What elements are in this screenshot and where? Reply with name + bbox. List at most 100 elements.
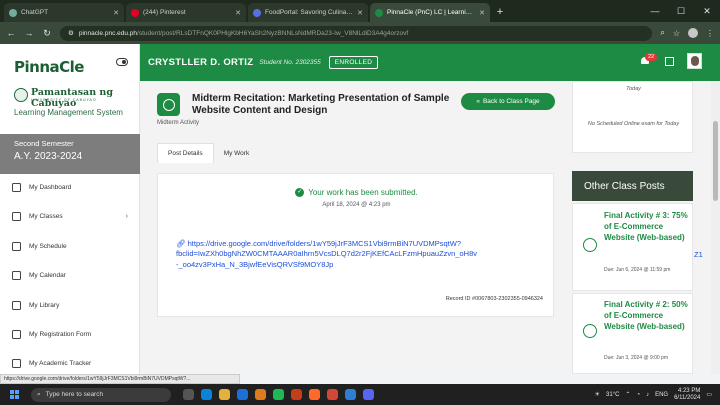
windows-start-icon[interactable] [10,390,19,399]
system-tray: ☀ 31°C ⌃ ◔ ♪ ENG 4:23 PM 6/11/2024 ▭ [595,384,712,405]
sidebar-item-dashboard[interactable]: My Dashboard [0,177,140,197]
windows-taskbar: ⌕ Type here to search ☀ 31°C ⌃ ◔ ♪ ENG 4… [0,384,720,405]
record-id: Record ID #0067803-2302355-0946324 [445,296,543,302]
sidebar-item-label: My Calendar [29,271,66,279]
enrollment-status-badge: ENROLLED [328,56,379,69]
word-icon[interactable] [237,389,248,400]
post-title[interactable]: Final Activity # 3: 75% of E-Commerce We… [604,210,690,243]
calendar-icon [12,270,21,280]
submission-link-end[interactable]: -_oo4zv3PxHa_N_3BjwfEeVisQRVSf9MOY8Jp [176,260,586,269]
foodportal-favicon-icon [253,8,261,17]
chrome-active-icon[interactable] [327,389,338,400]
university-seal-icon [14,88,28,102]
weather-icon[interactable]: ☀ [595,391,600,398]
search-icon: ⌕ [37,390,41,398]
sidebar-item-registration-form[interactable]: My Registration Form [0,324,140,344]
profile-avatar[interactable] [688,28,698,38]
reload-icon[interactable]: ↻ [42,28,52,39]
tab-post-details[interactable]: Post Details [157,143,214,163]
clock[interactable]: 4:23 PM 6/11/2024 [674,388,700,402]
back-to-class-button[interactable]: « Back to Class Page [461,93,555,110]
maximize-icon[interactable]: ☐ [668,0,694,22]
post-tabs: Post Details My Work [157,143,259,163]
status-bar-url: https://drive.google.com/drive/folders/1… [0,374,240,384]
pinnacle-logo[interactable]: PinnaCle [14,58,84,76]
new-tab-icon[interactable]: + [492,3,508,22]
site-info-icon[interactable]: ⚙ [68,29,74,37]
clock-time: 4:23 PM [677,387,701,394]
page-subtitle: Midterm Activity [157,120,200,126]
user-avatar[interactable] [687,53,702,69]
task-view-icon[interactable] [183,389,194,400]
tracker-icon [12,358,21,368]
sidebar-item-academic-tracker[interactable]: My Academic Tracker [0,353,140,373]
bookmark-star-icon[interactable]: ☆ [673,29,680,38]
vscode-icon[interactable] [345,389,356,400]
back-arrow-icon[interactable]: ← [6,28,16,38]
taskbar-search[interactable]: ⌕ Type here to search [31,387,171,402]
search-icon[interactable]: ⌕ [660,28,664,38]
discord-icon[interactable] [363,389,374,400]
today-label: Today [626,86,641,92]
url-host: pinnacle.pnc.edu.ph [78,29,138,37]
page-scrollbar[interactable] [711,81,720,374]
browser-tab-bar: ChatGPT ✕ (244) Pinterest ✕ FoodPortal: … [0,0,720,22]
taskbar-apps [183,389,374,400]
sidebar-item-classes[interactable]: My Classes › [0,206,140,226]
class-post-item[interactable]: Final Activity # 2: 50% of E-Commerce We… [572,293,693,374]
pinterest-favicon-icon [131,8,139,17]
close-tab-icon[interactable]: ✕ [357,9,363,17]
link-icon: 🔗︎ [176,239,188,248]
submission-link[interactable]: 🔗︎ https://drive.google.com/drive/folder… [176,239,586,248]
volume-icon[interactable]: ♪ [646,392,649,398]
language-indicator[interactable]: ENG [655,392,668,398]
url-path: /student/post/RLsDTFnQK0PHlgKbH6YaSh2Nyz… [137,29,409,37]
sidebar-item-library[interactable]: My Library [0,295,140,315]
my-work-card: ✓ Your work has been submitted. April 18… [157,173,554,317]
sidebar-item-label: My Registration Form [29,330,92,338]
address-bar[interactable]: ⚙ pinnacle.pnc.edu.ph/student/post/RLsDT… [60,25,653,41]
dashboard-icon [12,182,21,192]
chevron-right-icon: › [125,212,128,220]
forward-arrow-icon[interactable]: → [24,28,34,38]
file-explorer-icon[interactable] [255,389,266,400]
submission-date: April 18, 2024 @ 4:23 pm [322,202,391,208]
minimize-icon[interactable]: — [642,0,668,22]
wifi-icon[interactable]: ◔ [636,392,640,398]
submission-link-continued[interactable]: fbclid=IwZXh0bgNhZW0CMTAAAR0aIhrn5VcsDLQ… [176,249,586,258]
schedule-icon [12,241,21,251]
browser-tab-chatgpt[interactable]: ChatGPT ✕ [4,3,124,22]
tab-my-work[interactable]: My Work [214,143,260,163]
student-number: Student No. 2302355 [259,59,321,66]
student-name: CRYSTLLER D. ORTIZ [148,57,254,68]
chrome-icon[interactable] [219,389,230,400]
sidebar-toggle-icon[interactable] [116,58,128,66]
sidebar-item-label: My Academic Tracker [29,359,92,367]
more-menu-icon[interactable]: ⋮ [706,29,714,38]
close-tab-icon[interactable]: ✕ [479,9,485,17]
apps-grid-icon[interactable] [665,57,674,66]
close-tab-icon[interactable]: ✕ [235,9,241,17]
browser-tab-pinterest[interactable]: (244) Pinterest ✕ [126,3,246,22]
browser-tab-foodportal[interactable]: FoodPortal: Savoring Culinary E ✕ [248,3,368,22]
post-icon [583,324,597,338]
edge-icon[interactable] [201,389,212,400]
spotify-icon[interactable] [273,389,284,400]
class-post-item[interactable]: Final Activity # 3: 75% of E-Commerce We… [572,203,693,291]
tray-chevron-icon[interactable]: ⌃ [625,391,630,398]
post-title[interactable]: Final Activity # 2: 50% of E-Commerce We… [604,299,690,332]
browser-tab-pinnacle[interactable]: PinnaCle (PnC) LC | Learning M ✕ [370,3,490,22]
app-icon[interactable] [309,389,320,400]
notifications-icon[interactable]: ▭ [706,391,712,398]
post-icon [583,238,597,252]
close-window-icon[interactable]: ✕ [694,0,720,22]
powerpoint-icon[interactable] [291,389,302,400]
page-title: Midterm Recitation: Marketing Presentati… [192,93,450,116]
semester-label: Second Semester [14,139,74,148]
sidebar-item-calendar[interactable]: My Calendar [0,265,140,285]
close-tab-icon[interactable]: ✕ [113,9,119,17]
clock-date: 6/11/2024 [674,394,701,401]
scrollbar-thumb[interactable] [713,121,718,201]
sidebar-item-schedule[interactable]: My Schedule [0,236,140,256]
other-class-posts-heading: Other Class Posts [572,171,693,201]
